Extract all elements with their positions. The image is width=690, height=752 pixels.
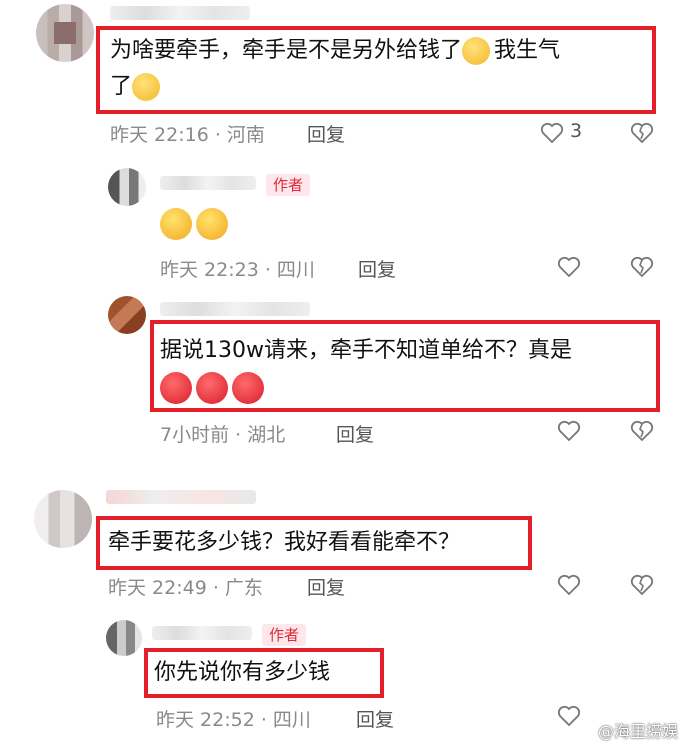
comment-text: 牵手要花多少钱？我好看看能牵不？ [108,530,461,555]
angry-emoji-icon [232,372,264,404]
reply-button[interactable]: 回复 [336,420,374,447]
heart-icon[interactable] [540,122,564,144]
reply-button[interactable]: 回复 [307,120,345,147]
username-blurred[interactable] [152,626,252,640]
avatar[interactable] [34,490,92,548]
username-blurred[interactable] [160,302,310,316]
comment-text: 你先说你有多少钱 [154,660,331,685]
author-tag: 作者 [266,174,311,196]
heart-icon[interactable] [557,420,581,442]
avatar[interactable] [106,620,142,656]
broken-heart-icon[interactable] [630,256,654,278]
comment-meta: 昨天 22:52 · 四川 [156,709,311,731]
heart-icon[interactable] [557,256,581,278]
angry-emoji-icon [196,372,228,404]
comment-text: 为啥要牵手，牵手是不是另外给钱了 我生气 [110,34,560,68]
comment-meta: 昨天 22:23 · 四川 [160,259,315,281]
comment-meta: 7小时前 · 湖北 [160,424,286,446]
comment-text-continued: 了 [110,70,164,104]
broken-heart-icon[interactable] [630,420,654,442]
broken-heart-icon[interactable] [630,574,654,596]
angry-emoji-icon [160,372,192,404]
emoji-row [160,208,232,240]
heart-icon[interactable] [557,574,581,596]
laugh-cry-emoji-icon [160,208,192,240]
shy-emoji-icon [462,37,491,65]
reply-button[interactable]: 回复 [307,573,345,600]
comment-text-line: 为啥要牵手，牵手是不是另外给钱了 [110,38,463,63]
author-tag: 作者 [262,624,307,646]
username-blurred[interactable] [106,490,256,504]
comment-text-line: 了 [110,74,133,99]
avatar[interactable] [36,4,94,62]
reply-button[interactable]: 回复 [356,705,394,732]
heart-icon[interactable] [557,705,581,727]
username-blurred[interactable] [160,176,256,190]
comment-text-line: 我生气 [494,38,561,63]
comment-text: 据说130w请来，牵手不知道单给不？真是 [160,338,572,363]
watermark: @海里捞娱 [597,722,678,741]
comment-meta: 昨天 22:49 · 广东 [108,577,263,599]
avatar[interactable] [108,168,146,206]
emoji-row [160,372,268,404]
reply-button[interactable]: 回复 [358,255,396,282]
like-count: 3 [570,120,583,142]
comment-meta: 昨天 22:16 · 河南 [110,124,265,146]
shy-emoji-icon [132,73,161,101]
username-blurred[interactable] [110,6,250,20]
laugh-cry-emoji-icon [196,208,228,240]
broken-heart-icon[interactable] [630,122,654,144]
avatar[interactable] [108,296,146,334]
